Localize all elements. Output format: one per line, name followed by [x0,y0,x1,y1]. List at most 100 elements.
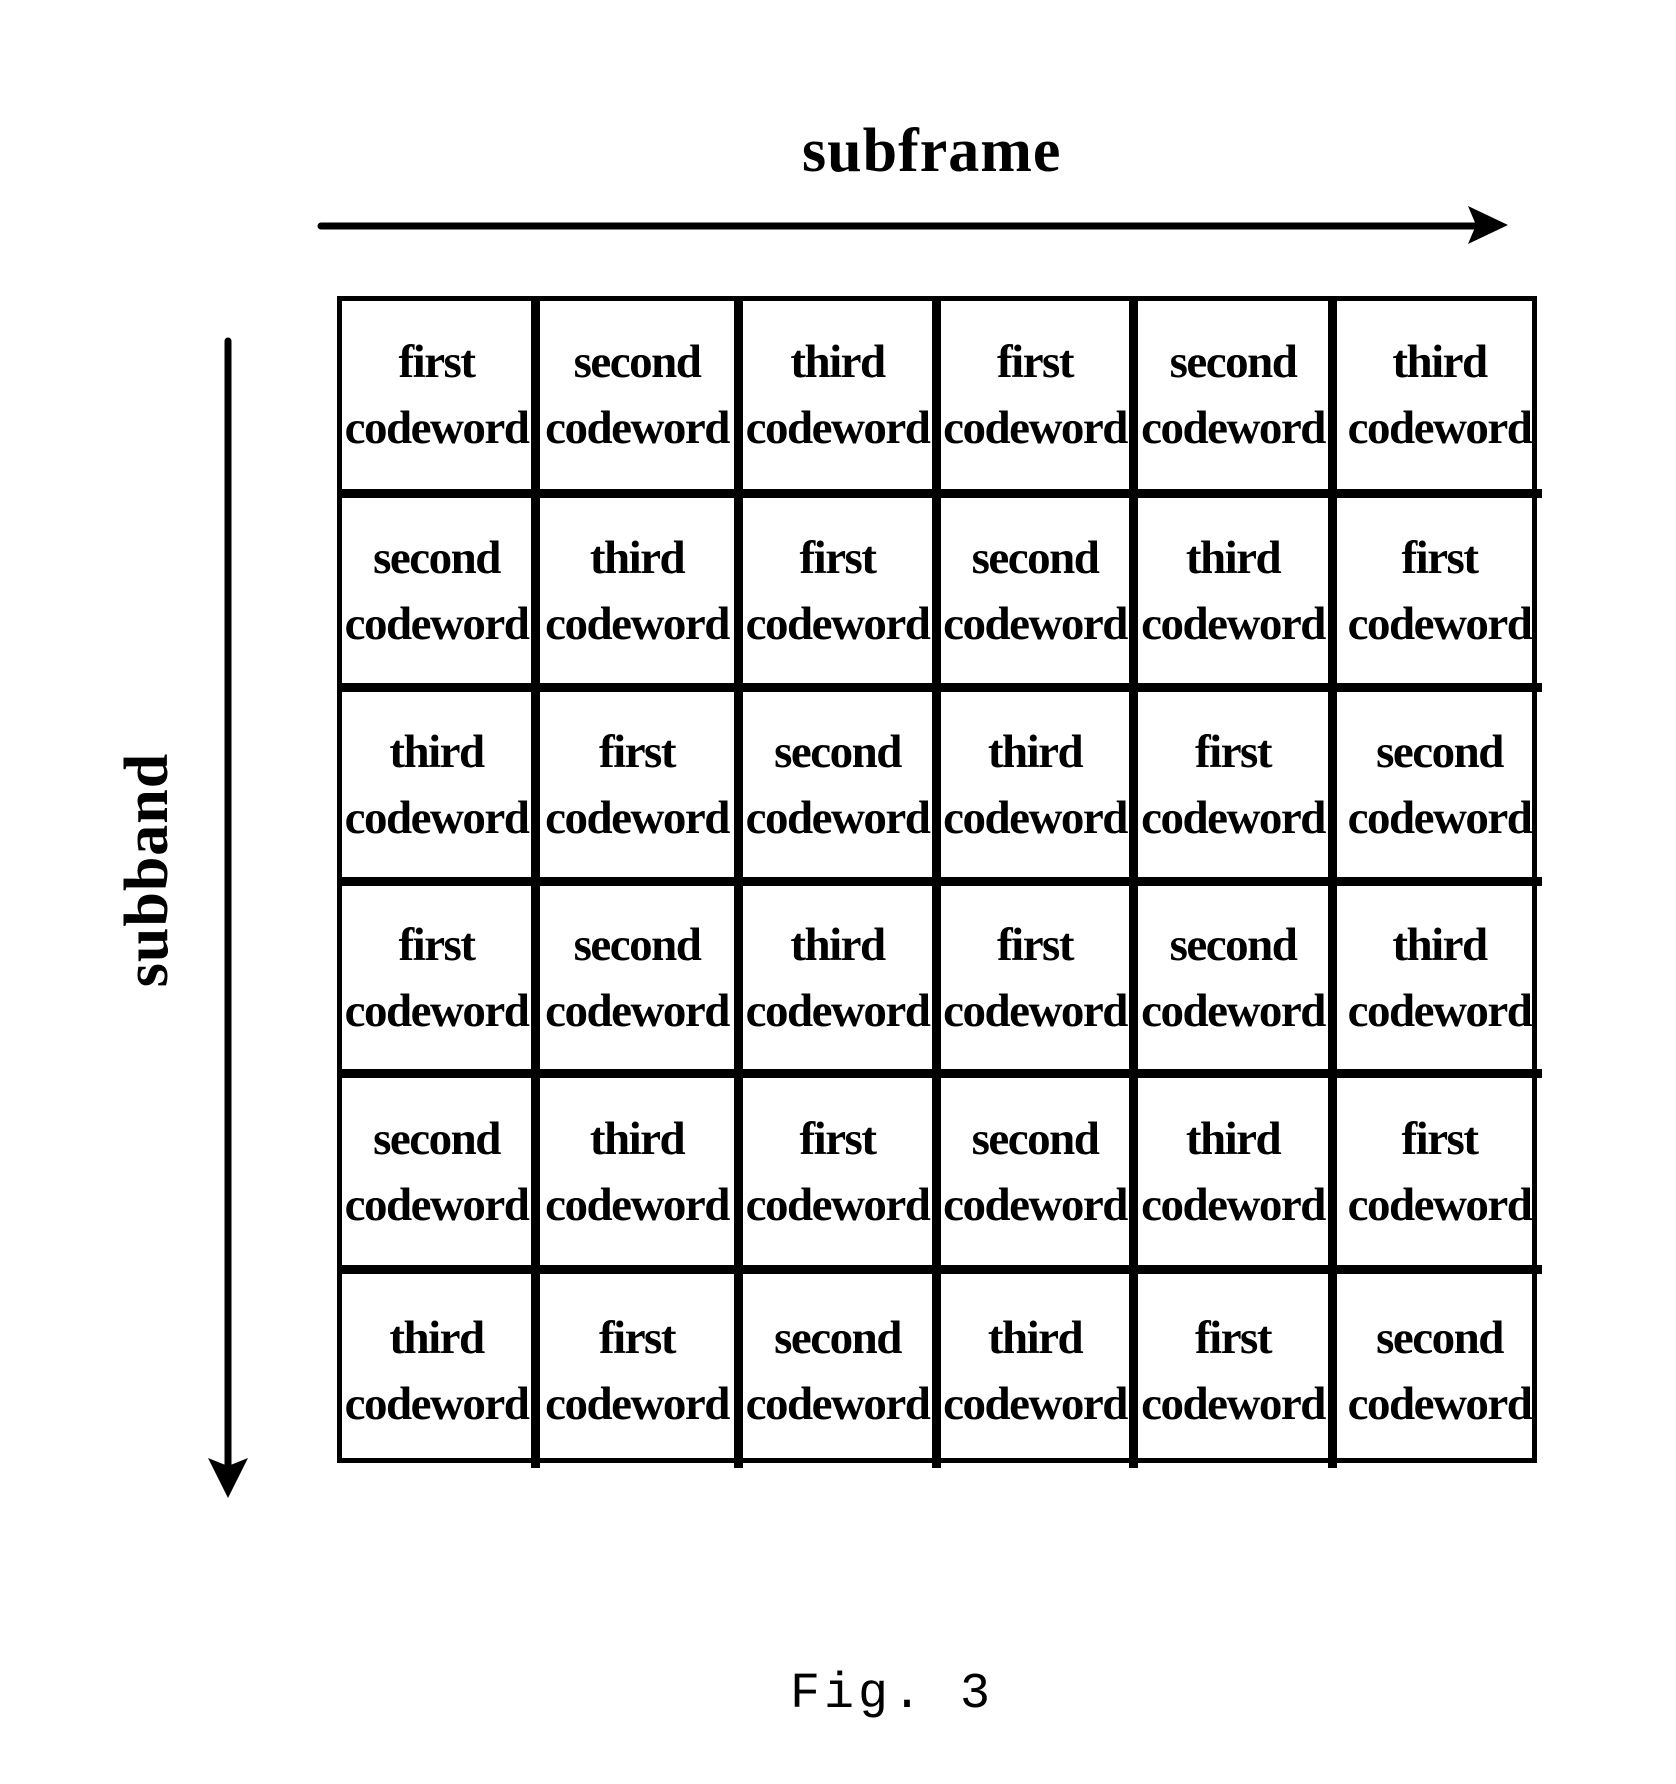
cell-ordinal: second [774,725,902,778]
cell-ordinal: first [598,1312,677,1364]
cell-unit: codeword [1347,1178,1533,1231]
grid-cell-r1-c4: first codeword [941,301,1138,498]
cell-unit: codeword [1141,791,1326,844]
cell-ordinal: third [790,918,886,971]
cell-ordinal: third [987,1312,1084,1364]
cell-ordinal: second [971,531,1100,584]
cell-unit: codeword [943,791,1128,844]
cell-ordinal: third [389,725,485,778]
grid-cell-r6-c1: third codeword [342,1274,540,1468]
cell-ordinal: first [1194,725,1273,778]
cell-ordinal: third [790,336,886,388]
cell-unit: codeword [344,402,530,454]
grid-cell-r5-c4: second codeword [941,1078,1138,1274]
grid-cell-r6-c4: third codeword [941,1274,1138,1468]
cell-ordinal: third [589,1112,686,1165]
cell-ordinal: first [799,531,877,584]
cell-ordinal: first [1401,531,1479,584]
cell-ordinal: second [573,918,702,971]
cell-ordinal: second [373,1112,501,1165]
grid-cell-r5-c1: second codeword [342,1078,540,1274]
cell-unit: codeword [1347,1378,1533,1430]
cell-ordinal: first [398,336,476,388]
grid-cell-r4-c5: second codeword [1138,886,1337,1078]
cell-unit: codeword [1141,1178,1326,1231]
cell-ordinal: second [1169,336,1298,388]
grid-cell-r4-c2: second codeword [540,886,743,1078]
cell-unit: codeword [545,597,730,650]
grid-cell-r1-c6: third codeword [1337,301,1542,498]
grid-cell-r2-c3: first codeword [743,498,941,692]
grid-cell-r6-c2: first codeword [540,1274,743,1468]
figure-caption: Fig. 3 [790,1666,995,1723]
cell-ordinal: second [373,531,501,584]
cell-unit: codeword [1141,984,1326,1037]
subband-arrow [208,337,248,1498]
cell-unit: codeword [943,1378,1128,1430]
cell-unit: codeword [1347,984,1533,1037]
grid-cell-r1-c5: second codeword [1138,301,1337,498]
grid-cell-r3-c5: first codeword [1138,692,1337,886]
cell-ordinal: first [1401,1112,1479,1165]
grid-cell-r5-c6: first codeword [1337,1078,1542,1274]
cell-unit: codeword [1141,402,1326,454]
cell-unit: codeword [1347,597,1533,650]
grid-cell-r4-c3: third codeword [743,886,941,1078]
cell-ordinal: first [598,725,677,778]
cell-ordinal: third [589,531,686,584]
grid-cell-r6-c6: second codeword [1337,1274,1542,1468]
cell-ordinal: first [996,336,1075,388]
grid-cell-r1-c1: first codeword [342,301,540,498]
cell-unit: codeword [943,984,1128,1037]
grid-cell-r2-c6: first codeword [1337,498,1542,692]
cell-unit: codeword [1141,597,1326,650]
cell-unit: codeword [745,402,931,454]
grid-cell-r6-c5: first codeword [1138,1274,1337,1468]
cell-unit: codeword [344,597,530,650]
cell-unit: codeword [1347,791,1533,844]
grid-cell-r1-c3: third codeword [743,301,941,498]
subframe-arrow [317,206,1508,244]
cell-ordinal: third [1185,531,1282,584]
grid-cell-r5-c3: first codeword [743,1078,941,1274]
grid-cell-r3-c3: second codeword [743,692,941,886]
cell-unit: codeword [943,597,1128,650]
grid-cell-r4-c4: first codeword [941,886,1138,1078]
cell-ordinal: second [1169,918,1298,971]
cell-ordinal: second [774,1312,902,1364]
cell-unit: codeword [344,791,530,844]
cell-unit: codeword [943,402,1128,454]
cell-ordinal: first [799,1112,877,1165]
cell-unit: codeword [344,1378,530,1430]
cell-ordinal: second [971,1112,1100,1165]
cell-unit: codeword [745,984,931,1037]
grid-cell-r3-c4: third codeword [941,692,1138,886]
cell-ordinal: third [1392,336,1488,388]
grid-cell-r3-c2: first codeword [540,692,743,886]
cell-unit: codeword [545,1178,730,1231]
cell-ordinal: second [1376,1312,1504,1364]
grid-cell-r3-c6: second codeword [1337,692,1542,886]
cell-ordinal: third [987,725,1084,778]
grid-cell-r2-c4: second codeword [941,498,1138,692]
cell-unit: codeword [745,791,931,844]
cell-ordinal: first [1194,1312,1273,1364]
cell-ordinal: third [1185,1112,1282,1165]
cell-unit: codeword [1141,1378,1326,1430]
cell-unit: codeword [745,1178,931,1231]
cell-unit: codeword [745,597,931,650]
cell-ordinal: second [573,336,702,388]
cell-unit: codeword [344,984,530,1037]
cell-ordinal: first [996,918,1075,971]
cell-ordinal: third [1392,918,1488,971]
cell-ordinal: first [398,918,476,971]
grid-cell-r3-c1: third codeword [342,692,540,886]
grid-cell-r5-c5: third codeword [1138,1078,1337,1274]
grid-cell-r1-c2: second codeword [540,301,743,498]
cell-unit: codeword [545,1378,730,1430]
cell-unit: codeword [1347,402,1533,454]
cell-unit: codeword [344,1178,530,1231]
grid-cell-r2-c5: third codeword [1138,498,1337,692]
grid-cell-r2-c2: third codeword [540,498,743,692]
cell-unit: codeword [545,791,730,844]
